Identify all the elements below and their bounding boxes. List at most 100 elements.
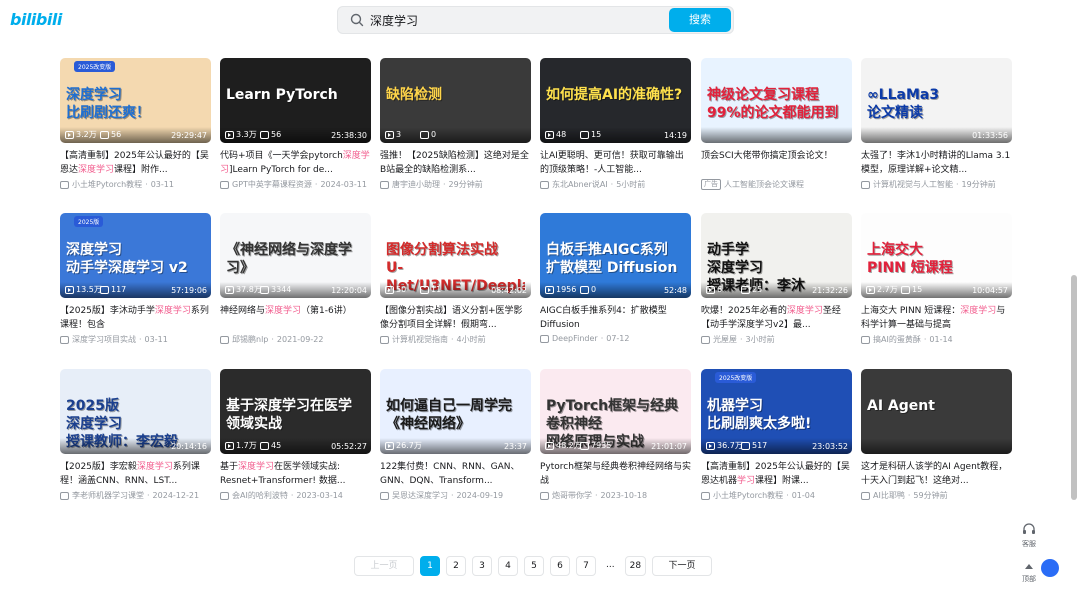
upload-date: 2023-03-14: [296, 491, 343, 500]
video-title[interactable]: 太强了！李沐1小时精讲的Llama 3.1模型，原理详解+论文精...: [861, 149, 1012, 177]
video-card[interactable]: 2025改变版 机器学习 比刷剧爽太多啦! 36.7万 517 23:03:52…: [701, 369, 852, 501]
thumbnail-caption: Learn PyTorch: [226, 87, 338, 103]
uploader-name[interactable]: 东北Abner说AI: [552, 179, 608, 190]
uploader-name[interactable]: 唐宇迪小助理: [392, 179, 440, 190]
video-title[interactable]: 顶会SCI大佬带你搞定顶会论文！: [701, 149, 852, 177]
page-button[interactable]: 1: [420, 556, 440, 576]
video-thumbnail[interactable]: AI Agent: [861, 369, 1012, 454]
video-title[interactable]: 【2025版】李沐动手学深度学习系列课程！包含: [60, 304, 211, 332]
video-title[interactable]: AIGC白板手推系列4：扩散模型Diffusion: [540, 304, 691, 332]
video-title[interactable]: Pytorch框架与经典卷积神经网络与实战: [540, 460, 691, 488]
page-scrollbar[interactable]: [1071, 275, 1077, 500]
video-thumbnail[interactable]: 图像分割算法实战 U-Net/U3NET/Deeplab/MaskRCNN 50…: [380, 213, 531, 298]
video-card[interactable]: PyTorch框架与经典卷积神经 网络原理与实战 48.2万 7935 21:0…: [540, 369, 691, 501]
page-button[interactable]: 5: [524, 556, 544, 576]
video-title[interactable]: 代码+项目《一天学会pytorch深度学习]Learn PyTorch for …: [220, 149, 371, 177]
video-thumbnail[interactable]: 2025版 深度学习 授课教师：李宏毅 20:14:16: [60, 369, 211, 454]
video-card[interactable]: 基于深度学习在医学领域实战 1.7万 45 05:52:27 基于深度学习在医学…: [220, 369, 371, 501]
uploader-name[interactable]: 搞AI的蛋黄酥: [873, 334, 921, 345]
video-duration: 23:03:52: [812, 442, 848, 451]
uploader-name[interactable]: 小土堆Pytorch教程: [713, 490, 783, 501]
video-title[interactable]: 122集付费！CNN、RNN、GAN、GNN、DQN、Transform...: [380, 460, 531, 488]
video-title[interactable]: 【高清重制】2025年公认最好的【吴恩达机器学习课程】附课...: [701, 460, 852, 488]
page-button[interactable]: 3: [472, 556, 492, 576]
video-thumbnail[interactable]: 如何提高AI的准确性? 48 15 14:19: [540, 58, 691, 143]
video-thumbnail[interactable]: ∞LLaMa3 论文精读 01:33:56: [861, 58, 1012, 143]
video-card[interactable]: 2025改变版 深度学习 比刷剧还爽！ 3.2万 56 29:29:47 【高清…: [60, 58, 211, 190]
page-button[interactable]: 28: [624, 556, 647, 576]
video-card[interactable]: 如何提高AI的准确性? 48 15 14:19 让AI更聪明、更可信！获取可靠输…: [540, 58, 691, 190]
video-card[interactable]: 2025版 深度学习 授课教师：李宏毅 20:14:16 【2025版】李宏毅深…: [60, 369, 211, 501]
uploader-name[interactable]: 李老师机器学习课堂: [72, 490, 144, 501]
video-title[interactable]: 上海交大 PINN 短课程：深度学习与科学计算一基础与提高: [861, 304, 1012, 332]
uploader-name[interactable]: 计算机视觉指南: [392, 334, 448, 345]
video-card[interactable]: AI Agent 这才是科研人该学的AI Agent教程，十天入门到起飞！这绝对…: [861, 369, 1012, 501]
video-meta: 小土堆Pytorch教程 · 03-11: [60, 179, 211, 190]
uploader-name[interactable]: 小土堆Pytorch教程: [72, 179, 142, 190]
back-to-top-button[interactable]: 顶部: [1018, 562, 1040, 584]
video-title[interactable]: 强推！【2025缺陷检测】这绝对是全B站最全的缺陷检测系...: [380, 149, 531, 177]
page-button[interactable]: 2: [446, 556, 466, 576]
video-card[interactable]: 如何逼自己一周学完 《神经网络》 26.7万 23:37 122集付费！CNN、…: [380, 369, 531, 501]
video-title[interactable]: 这才是科研人该学的AI Agent教程，十天入门到起飞！这绝对...: [861, 460, 1012, 488]
video-thumbnail[interactable]: 基于深度学习在医学领域实战 1.7万 45 05:52:27: [220, 369, 371, 454]
video-thumbnail[interactable]: 2025改变版 深度学习 比刷剧还爽！ 3.2万 56 29:29:47: [60, 58, 211, 143]
video-card[interactable]: 白板手推AIGC系列 扩散模型 Diffusion 1956 0 52:48 A…: [540, 213, 691, 343]
video-title[interactable]: 神经网络与深度学习（第1-6讲）: [220, 304, 371, 332]
uploader-name[interactable]: 深度学习项目实战: [72, 334, 136, 345]
uploader-name[interactable]: DeepFinder: [552, 334, 598, 343]
video-card[interactable]: Learn PyTorch 3.3万 56 25:38:30 代码+项目《一天学…: [220, 58, 371, 190]
video-thumbnail[interactable]: 缺陷检测 3 0: [380, 58, 531, 143]
uploader-name[interactable]: AI比耶鸭: [873, 490, 905, 501]
video-card[interactable]: ∞LLaMa3 论文精读 01:33:56 太强了！李沐1小时精讲的Llama …: [861, 58, 1012, 190]
video-card[interactable]: 《神经网络与深度学习》 37.8万 3344 12:20:04 神经网络与深度学…: [220, 213, 371, 345]
video-card[interactable]: 缺陷检测 3 0 强推！【2025缺陷检测】这绝对是全B站最全的缺陷检测系...…: [380, 58, 531, 190]
uploader-name[interactable]: 炮哥带你学: [552, 490, 592, 501]
video-title[interactable]: 让AI更聪明、更可信！获取可靠输出的顶级策略！-人工智能...: [540, 149, 691, 177]
video-duration: 12:20:04: [331, 286, 367, 295]
search-input[interactable]: [370, 10, 660, 30]
customer-service-button[interactable]: 客服: [1018, 523, 1040, 549]
ad-tag: 广告: [701, 179, 721, 190]
video-card[interactable]: 上海交大 PINN 短课程 2.7万 15 10:04:57 上海交大 PINN…: [861, 213, 1012, 345]
video-thumbnail[interactable]: Learn PyTorch 3.3万 56 25:38:30: [220, 58, 371, 143]
search-button[interactable]: 搜索: [669, 8, 731, 32]
video-meta: 炮哥带你学 · 2023-10-18: [540, 490, 691, 501]
upload-date: 3小时前: [745, 335, 775, 344]
next-page-button[interactable]: 下一页: [652, 556, 713, 576]
separator: ·: [956, 180, 959, 189]
uploader-name[interactable]: 计算机视觉与人工智能: [873, 179, 953, 190]
video-title[interactable]: 基于深度学习在医学领域实战: Resnet+Transformer! 数据...: [220, 460, 371, 488]
uploader-name[interactable]: 吴恩达深度学习: [392, 490, 448, 501]
video-thumbnail[interactable]: 如何逼自己一周学完 《神经网络》 26.7万 23:37: [380, 369, 531, 454]
video-title[interactable]: 【2025版】李宏毅深度学习系列课程！涵盖CNN、RNN、LST...: [60, 460, 211, 488]
video-card[interactable]: 神级论文复习课程 99%的论文都能用到 顶会SCI大佬带你搞定顶会论文！ 广告 …: [701, 58, 852, 190]
uploader-name[interactable]: 光屋屋: [713, 334, 737, 345]
video-card[interactable]: 动手学 深度学习 授课老师：李沐 6 25 21:32:26 吹爆！2025年必…: [701, 213, 852, 345]
video-title[interactable]: 吹爆！2025年必看的深度学习圣经【动手学深度学习v2】最...: [701, 304, 852, 332]
uploader-name[interactable]: 邱锡鹏nlp: [232, 334, 268, 345]
video-thumbnail[interactable]: PyTorch框架与经典卷积神经 网络原理与实战 48.2万 7935 21:0…: [540, 369, 691, 454]
page-button[interactable]: 7: [576, 556, 596, 576]
video-thumbnail[interactable]: 2025版 深度学习 动手学深度学习 v2 13.5万 117 57:19:06: [60, 213, 211, 298]
video-thumbnail[interactable]: 白板手推AIGC系列 扩散模型 Diffusion 1956 0 52:48: [540, 213, 691, 298]
video-card[interactable]: 图像分割算法实战 U-Net/U3NET/Deeplab/MaskRCNN 50…: [380, 213, 531, 345]
video-thumbnail[interactable]: 上海交大 PINN 短课程 2.7万 15 10:04:57: [861, 213, 1012, 298]
video-card[interactable]: 2025版 深度学习 动手学深度学习 v2 13.5万 117 57:19:06…: [60, 213, 211, 345]
bilibili-logo[interactable]: bilibili: [10, 10, 62, 29]
uploader-name[interactable]: 人工智能顶会论文课程: [724, 179, 804, 190]
prev-page-button[interactable]: 上一页: [354, 556, 414, 576]
upload-date: 2023-10-18: [600, 491, 648, 500]
page-button[interactable]: 6: [550, 556, 570, 576]
video-thumbnail[interactable]: 神级论文复习课程 99%的论文都能用到: [701, 58, 852, 143]
chat-assistant-icon[interactable]: [1041, 559, 1059, 577]
uploader-name[interactable]: GPT中英字幕课程资源: [232, 179, 312, 190]
uploader-name[interactable]: 会AI的哈利波特: [232, 490, 288, 501]
video-title[interactable]: 【高清重制】2025年公认最好的【吴恩达深度学习课程】附作...: [60, 149, 211, 177]
thumbnail-caption: 缺陷检测: [386, 87, 442, 103]
video-thumbnail[interactable]: 《神经网络与深度学习》 37.8万 3344 12:20:04: [220, 213, 371, 298]
page-button[interactable]: 4: [498, 556, 518, 576]
video-thumbnail[interactable]: 动手学 深度学习 授课老师：李沐 6 25 21:32:26: [701, 213, 852, 298]
video-thumbnail[interactable]: 2025改变版 机器学习 比刷剧爽太多啦! 36.7万 517 23:03:52: [701, 369, 852, 454]
video-title[interactable]: 【图像分割实战】语义分割+医学影像分割项目全详解！假期弯...: [380, 304, 531, 332]
